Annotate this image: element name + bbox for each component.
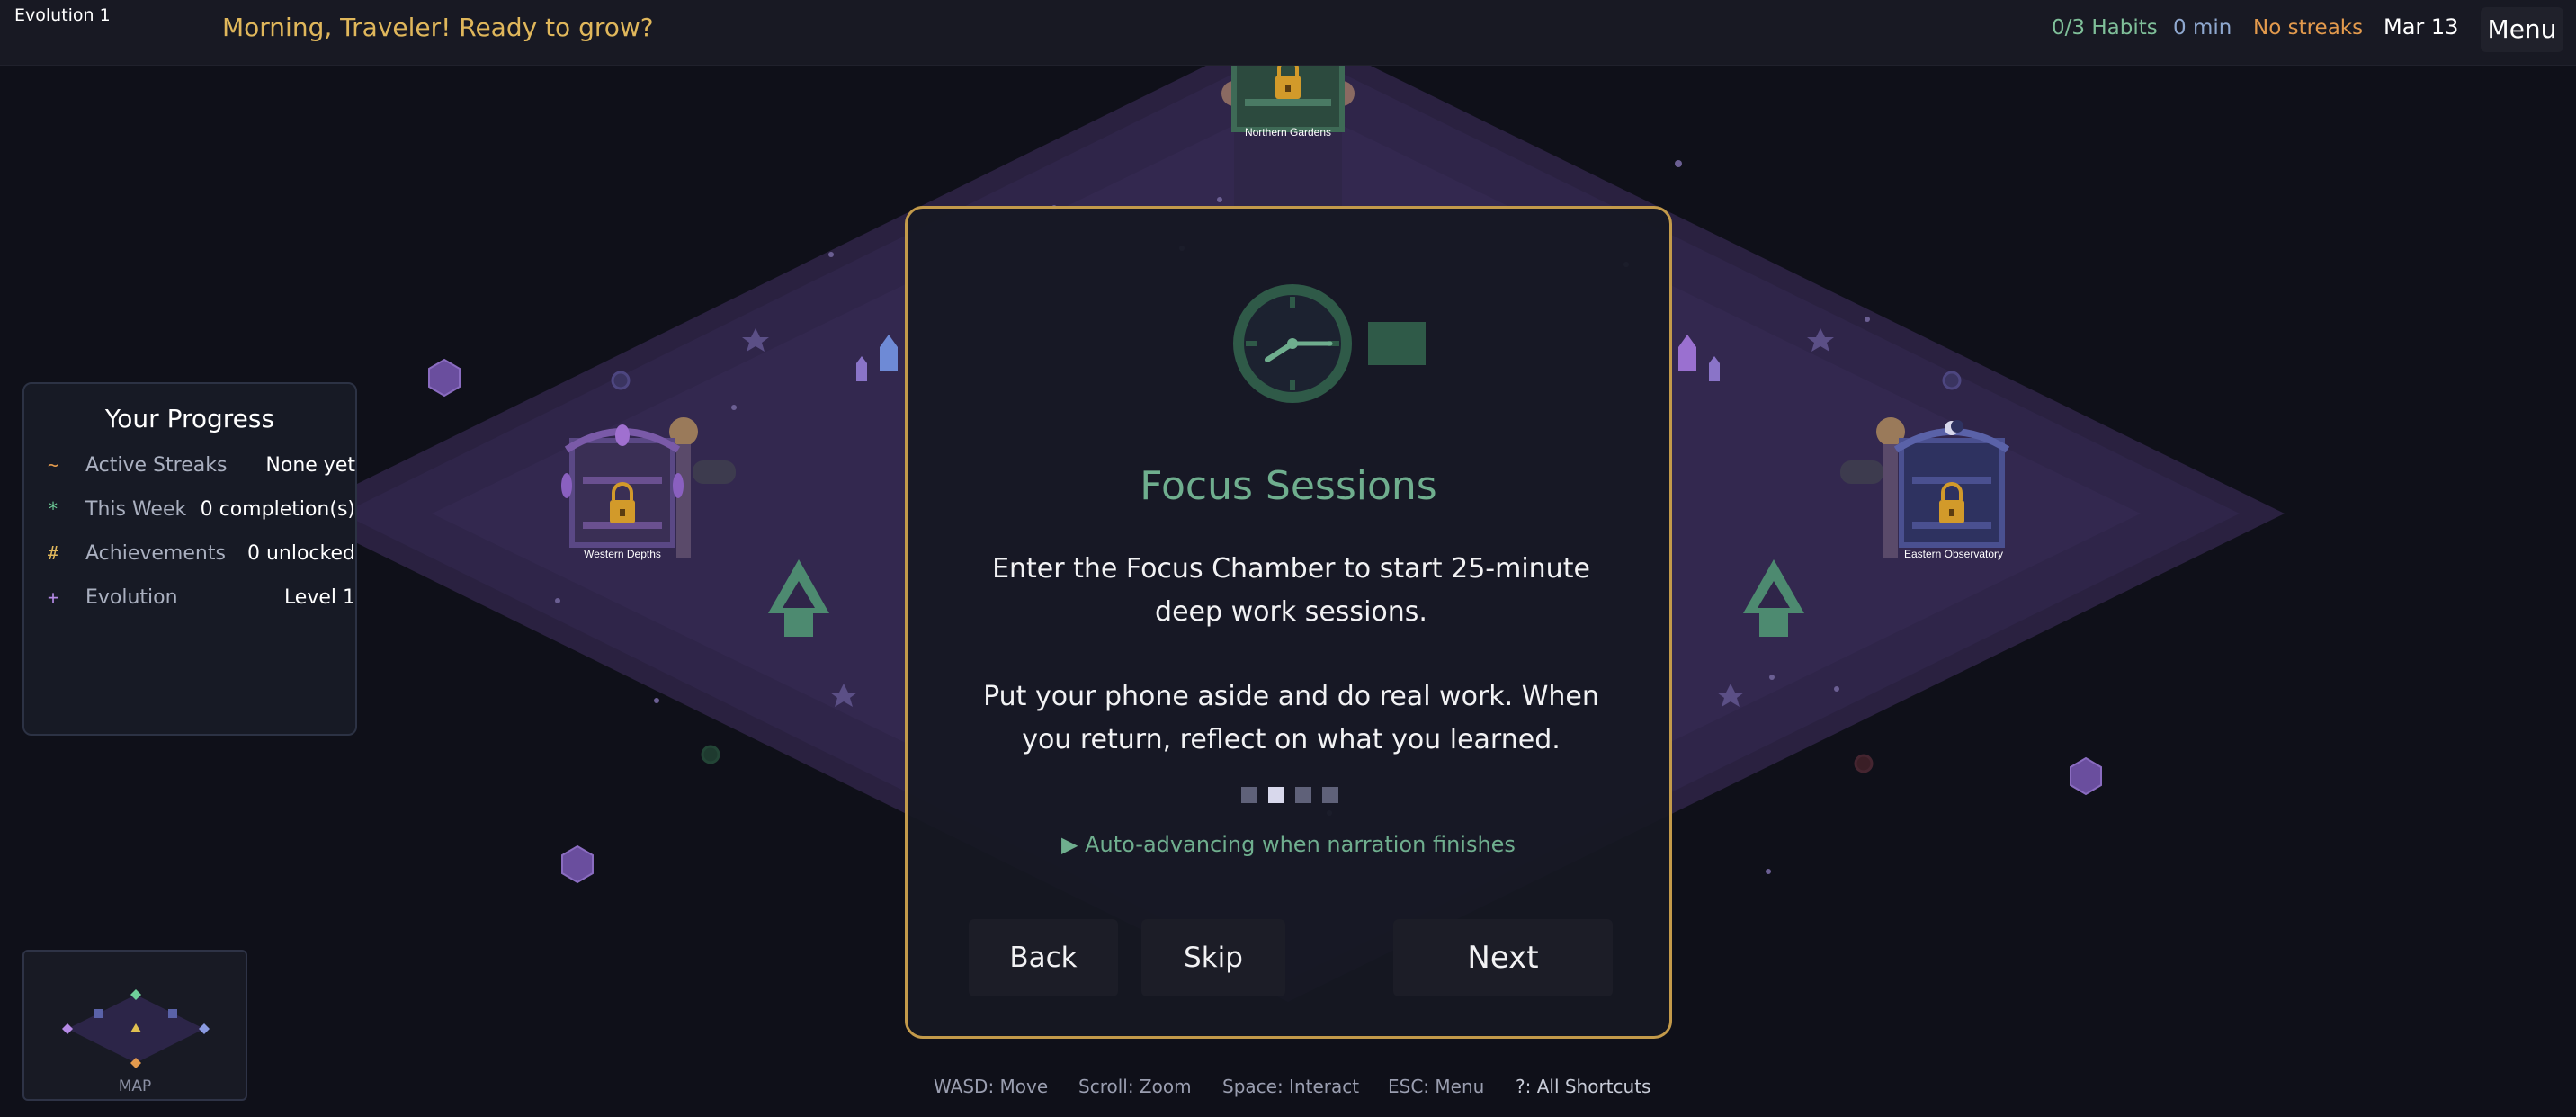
minutes-counter: 0 min [2173, 16, 2232, 40]
dialog-title: Focus Sessions [1140, 463, 1437, 509]
menu-button[interactable]: Menu [2481, 7, 2563, 52]
hint-menu: ESC: Menu [1388, 1076, 1485, 1097]
minimap-diamond [62, 989, 210, 1068]
hint-shortcuts: ?: All Shortcuts [1516, 1076, 1651, 1097]
minimap-marker-east [168, 1009, 177, 1018]
progress-row-week: * This Week 0 completion(s) [48, 496, 357, 525]
progress-value: None yet [265, 454, 355, 477]
next-button[interactable]: Next [1393, 919, 1613, 996]
progress-panel: Your Progress ~ Active Streaks None yet … [22, 382, 357, 736]
dialog-body-secondary: Put your phone aside and do real work. W… [983, 681, 1599, 755]
back-button[interactable]: Back [969, 919, 1118, 996]
minimap-marker-far-west [62, 1023, 73, 1034]
minimap-marker-far-east [199, 1023, 210, 1034]
dialog-body-primary: Enter the Focus Chamber to start 25-minu… [992, 553, 1590, 628]
step-dot [1295, 787, 1311, 803]
progress-label: Achievements [85, 542, 226, 565]
progress-value: Level 1 [283, 586, 355, 609]
week-symbol-icon: * [48, 498, 59, 520]
progress-row-evolution: + Evolution Level 1 [48, 585, 357, 613]
date-display: Mar 13 [2384, 14, 2459, 40]
hint-move: WASD: Move [934, 1076, 1049, 1097]
skip-button[interactable]: Skip [1141, 919, 1285, 996]
evolution-symbol-icon: + [48, 586, 59, 608]
streak-symbol-icon: ~ [48, 454, 59, 476]
progress-title: Your Progress [104, 404, 275, 433]
progress-value: 0 completion(s) [200, 498, 355, 521]
evolution-label: Evolution 1 [14, 5, 111, 25]
step-dot [1268, 787, 1284, 803]
progress-row-achievements: # Achievements 0 unlocked [48, 541, 357, 569]
progress-value: 0 unlocked [246, 542, 355, 565]
clock-icon [1233, 284, 1426, 403]
progress-row-streaks: ~ Active Streaks None yet [48, 452, 357, 481]
eastern-observatory-label: Eastern Observatory [1904, 548, 2003, 560]
tutorial-dialog: Focus Sessions Enter the Focus Chamber t… [905, 206, 1672, 1039]
greeting-text: Morning, Traveler! Ready to grow? [222, 13, 654, 42]
minimap[interactable]: MAP [22, 950, 247, 1101]
northern-gardens-label: Northern Gardens [1245, 126, 1331, 139]
step-indicator [1241, 787, 1342, 807]
achievements-symbol-icon: # [48, 542, 59, 564]
progress-label: This Week [85, 498, 187, 521]
minimap-label: MAP [118, 1077, 152, 1095]
hint-interact: Space: Interact [1222, 1076, 1360, 1097]
step-dot [1322, 787, 1338, 803]
hint-zoom: Scroll: Zoom [1078, 1076, 1192, 1097]
western-depths-label: Western Depths [584, 548, 661, 560]
progress-label: Active Streaks [85, 454, 228, 477]
top-bar: Evolution 1 Morning, Traveler! Ready to … [0, 0, 2576, 66]
step-dot [1241, 787, 1257, 803]
auto-advance-note: ▶ Auto-advancing when narration finishes [1061, 832, 1516, 857]
focus-screen-icon [1368, 322, 1426, 365]
streak-status: No streaks [2253, 16, 2364, 40]
progress-label: Evolution [85, 586, 178, 609]
minimap-marker-west [94, 1009, 103, 1018]
habits-counter: 0/3 Habits [2052, 16, 2158, 40]
